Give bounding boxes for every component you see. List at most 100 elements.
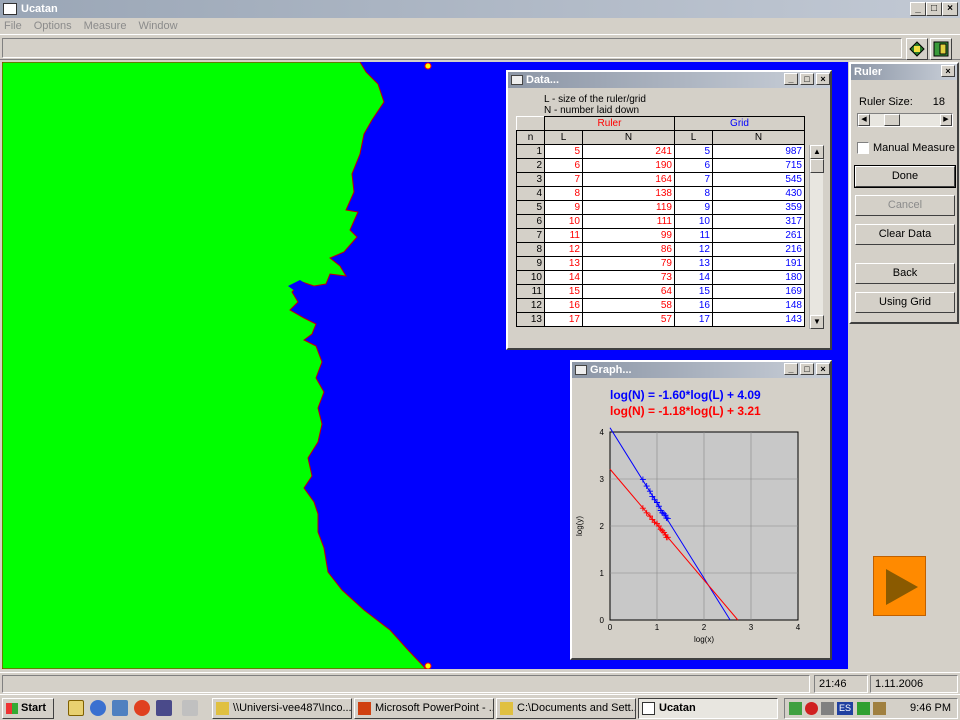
task-documents[interactable]: C:\Documents and Sett... <box>496 698 636 719</box>
media-icon[interactable] <box>134 700 150 716</box>
task-label: Ucatan <box>659 702 696 714</box>
desktop-icon[interactable] <box>68 700 84 716</box>
table-row: 3 7 164 7 545 <box>516 172 805 187</box>
tray-tool-icon[interactable] <box>873 702 886 715</box>
ruler-l-cell: 11 <box>544 228 583 243</box>
ruler-l-cell: 12 <box>544 242 583 257</box>
row-index-cell: 6 <box>516 214 545 229</box>
ruler-l-cell: 7 <box>544 172 583 187</box>
row-index-cell: 3 <box>516 172 545 187</box>
folder-icon <box>216 702 229 715</box>
table-row: 12 16 58 16 148 <box>516 298 805 313</box>
graph-maximize-button[interactable]: □ <box>800 363 814 375</box>
graph-window[interactable]: Graph... _ □ × log(N) = -1.60*log(L) + 4… <box>570 360 832 660</box>
ruler-l-cell: 16 <box>544 298 583 313</box>
table-row: 13 17 57 17 143 <box>516 312 805 327</box>
start-button[interactable]: Start <box>2 698 54 719</box>
ruler-title-bar[interactable]: Ruler × <box>851 64 957 80</box>
ruler-close-button[interactable]: × <box>941 65 955 77</box>
slider-right-icon[interactable]: ▶ <box>940 114 952 126</box>
task-ucatan[interactable]: Ucatan <box>638 698 778 719</box>
system-tray: ES 9:46 PM <box>784 698 958 719</box>
table-row: 11 15 64 15 169 <box>516 284 805 299</box>
table-row: 4 8 138 8 430 <box>516 186 805 201</box>
back-button[interactable]: Back <box>855 263 955 284</box>
y-tick-label: 4 <box>600 428 605 437</box>
menu-measure[interactable]: Measure <box>84 20 127 32</box>
y-tick-label: 2 <box>600 522 605 531</box>
done-button[interactable]: Done <box>854 165 956 188</box>
quicklaunch-more-icon[interactable] <box>182 700 198 716</box>
language-indicator[interactable]: ES <box>837 702 853 715</box>
status-time: 21:46 <box>814 675 868 693</box>
ruler-size-slider[interactable]: ◀ ▶ <box>857 113 953 127</box>
ruler-l-cell: 10 <box>544 214 583 229</box>
tray-app-icon[interactable] <box>857 702 870 715</box>
data-close-button[interactable]: × <box>816 73 830 85</box>
using-grid-button[interactable]: Using Grid <box>855 292 955 313</box>
menu-window[interactable]: Window <box>138 20 177 32</box>
minimize-button[interactable]: _ <box>910 2 926 16</box>
data-maximize-button[interactable]: □ <box>800 73 814 85</box>
ruler-l-cell: 13 <box>544 256 583 271</box>
network-icon[interactable] <box>789 702 802 715</box>
play-button[interactable] <box>873 556 926 616</box>
table-row: 6 10 111 10 317 <box>516 214 805 229</box>
scroll-down-icon[interactable]: ▼ <box>810 315 824 329</box>
slider-thumb[interactable] <box>884 114 900 126</box>
col-grid-l: L <box>674 130 713 145</box>
maximize-button[interactable]: □ <box>926 2 942 16</box>
taskbar: Start \\Universi-vee487\Inco... Microsof… <box>0 694 960 720</box>
grid-n-cell: 715 <box>712 158 805 173</box>
cancel-button[interactable]: Cancel <box>855 195 955 216</box>
grid-l-cell: 15 <box>674 284 713 299</box>
scroll-thumb[interactable] <box>810 159 824 173</box>
task-label: Microsoft PowerPoint - ... <box>375 702 494 714</box>
ruler-panel[interactable]: Ruler × Ruler Size: 18 ◀ ▶ Manual Measur… <box>849 62 959 324</box>
app-quicklaunch-icon[interactable] <box>156 700 172 716</box>
grid-tool-icon[interactable] <box>930 38 952 60</box>
toolbar <box>0 34 960 60</box>
window-title-bar[interactable]: Ucatan _ □ × <box>0 0 960 18</box>
clear-data-button[interactable]: Clear Data <box>855 224 955 245</box>
col-ruler-n: N <box>582 130 675 145</box>
task-powerpoint[interactable]: Microsoft PowerPoint - ... <box>354 698 494 719</box>
ruler-l-cell: 15 <box>544 284 583 299</box>
equation-blue: log(N) = -1.60*log(L) + 4.09 <box>610 388 761 402</box>
map-tool-icon[interactable] <box>906 38 928 60</box>
data-minimize-button[interactable]: _ <box>784 73 798 85</box>
row-index-cell: 2 <box>516 158 545 173</box>
ruler-l-cell: 14 <box>544 270 583 285</box>
grid-l-cell: 10 <box>674 214 713 229</box>
security-icon[interactable] <box>805 702 818 715</box>
land-area <box>2 62 427 669</box>
data-scrollbar[interactable]: ▲ ▼ <box>809 145 824 329</box>
table-row: 7 11 99 11 261 <box>516 228 805 243</box>
ruler-l-cell: 8 <box>544 186 583 201</box>
close-button[interactable]: × <box>942 2 958 16</box>
manual-measure-checkbox[interactable] <box>857 142 869 154</box>
graph-window-title-bar[interactable]: Graph... _ □ × <box>572 362 830 378</box>
scroll-up-icon[interactable]: ▲ <box>810 145 824 159</box>
menu-options[interactable]: Options <box>34 20 72 32</box>
row-index-cell: 12 <box>516 298 545 313</box>
explorer-icon[interactable] <box>112 700 128 716</box>
browser-icon[interactable] <box>90 700 106 716</box>
y-tick-label: 0 <box>600 616 605 625</box>
y-tick-label: 1 <box>600 569 605 578</box>
data-window[interactable]: Data... _ □ × L - size of the ruler/grid… <box>506 70 832 350</box>
ruler-n-cell: 111 <box>582 214 675 229</box>
task-network-folder[interactable]: \\Universi-vee487\Inco... <box>212 698 352 719</box>
volume-icon[interactable] <box>821 702 834 715</box>
data-window-title-bar[interactable]: Data... _ □ × <box>508 72 830 88</box>
menu-file[interactable]: File <box>4 20 22 32</box>
slider-left-icon[interactable]: ◀ <box>858 114 870 126</box>
ruler-size-label: Ruler Size: <box>859 96 913 108</box>
graph-minimize-button[interactable]: _ <box>784 363 798 375</box>
y-tick-label: 3 <box>600 475 605 484</box>
equation-red: log(N) = -1.18*log(L) + 3.21 <box>610 404 761 418</box>
graph-close-button[interactable]: × <box>816 363 830 375</box>
powerpoint-icon <box>358 702 371 715</box>
grid-l-cell: 9 <box>674 200 713 215</box>
table-row: 10 14 73 14 180 <box>516 270 805 285</box>
